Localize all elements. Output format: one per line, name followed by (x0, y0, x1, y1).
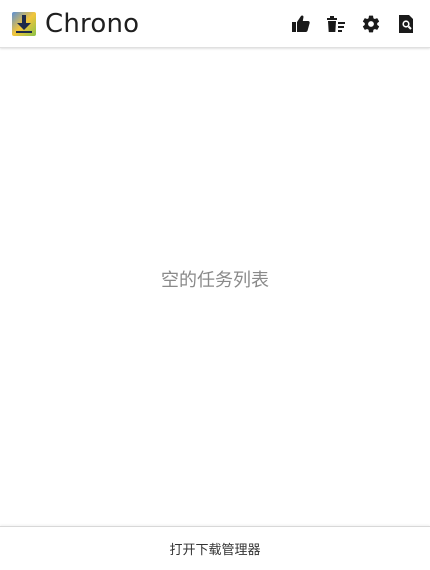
toolbar (278, 12, 418, 36)
settings-button[interactable] (359, 12, 383, 36)
thumbs-up-icon (292, 14, 310, 32)
search-document-icon (399, 14, 413, 33)
empty-list-message: 空的任务列表 (161, 270, 269, 291)
app-title: Chrono (45, 8, 140, 39)
clear-list-button[interactable] (324, 12, 348, 36)
app-window: Chrono 空的任务列表 打开下载管理器 (0, 0, 430, 570)
clear-list-icon (327, 15, 345, 32)
search-document-button[interactable] (394, 12, 418, 36)
open-download-manager-link[interactable]: 打开下载管理器 (169, 539, 260, 558)
footer-bar: 打开下载管理器 (0, 526, 430, 570)
header-bar: Chrono (0, 0, 430, 48)
task-list-area: 空的任务列表 (0, 48, 430, 526)
chrono-logo-icon (12, 11, 36, 36)
settings-gear-icon (362, 15, 380, 32)
thumbs-up-button[interactable] (289, 12, 313, 36)
